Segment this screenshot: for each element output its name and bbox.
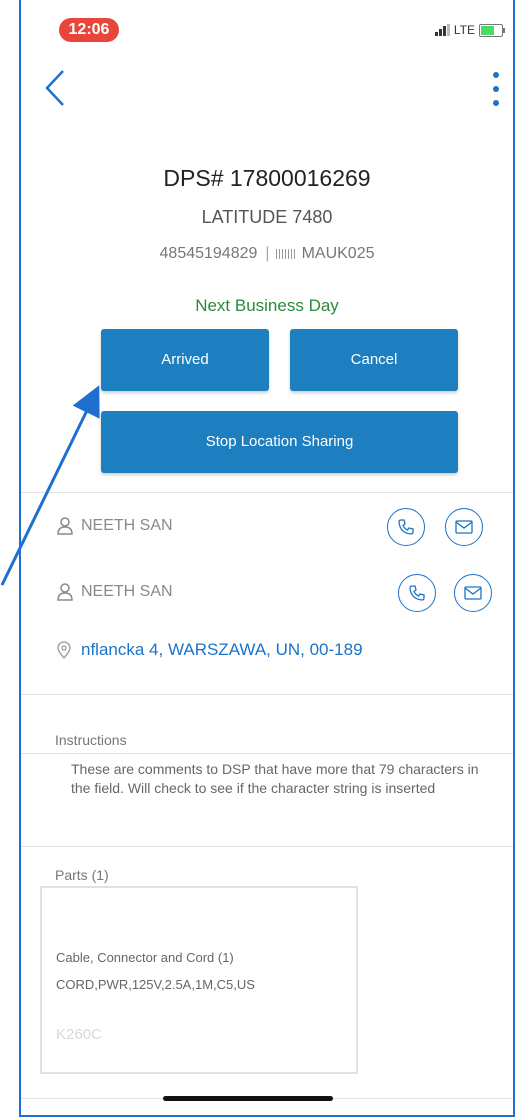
contact-name: NEETH SAN	[81, 517, 173, 534]
stop-location-sharing-button[interactable]: Stop Location Sharing	[101, 411, 458, 473]
serial-number: 48545194829	[159, 245, 258, 262]
app-frame: 12:06 LTE DPS# 17800016269 LATITUDE 7480…	[19, 0, 515, 1117]
part-name: Cable, Connector and Cord (1)	[56, 950, 234, 965]
part-card[interactable]: Cable, Connector and Cord (1) CORD,PWR,1…	[40, 886, 358, 1074]
network-label: LTE	[453, 23, 475, 37]
person-icon	[57, 517, 73, 535]
page-title: DPS# 17800016269	[163, 165, 371, 191]
address-link[interactable]: nflancka 4, WARSZAWA, UN, 00-189	[57, 640, 363, 660]
divider	[21, 753, 513, 754]
phone-icon[interactable]	[387, 508, 425, 546]
device-model: LATITUDE 7480	[201, 207, 333, 227]
divider	[21, 492, 513, 493]
cancel-button[interactable]: Cancel	[290, 329, 458, 391]
contact-name: NEETH SAN	[81, 583, 173, 600]
part-code: K260C	[56, 1026, 102, 1043]
status-indicators: LTE	[434, 23, 505, 37]
contact-row: NEETH SAN	[57, 517, 173, 535]
instructions-text: These are comments to DSP that have more…	[71, 761, 479, 796]
arrived-button[interactable]: Arrived	[101, 329, 269, 391]
divider	[21, 846, 513, 847]
id-separator: |	[265, 245, 270, 262]
person-icon	[57, 583, 73, 601]
battery-icon	[479, 23, 505, 37]
status-bar: 12:06 LTE	[21, 0, 513, 42]
chevron-left-icon[interactable]	[41, 68, 71, 108]
status-time: 12:06	[59, 18, 119, 42]
more-vertical-icon[interactable]	[491, 72, 501, 106]
instructions-label: Instructions	[55, 732, 127, 748]
service-level: Next Business Day	[195, 296, 339, 315]
signal-icon	[434, 24, 450, 36]
divider	[21, 694, 513, 695]
mail-icon[interactable]	[445, 508, 483, 546]
phone-icon[interactable]	[398, 574, 436, 612]
address-text: nflancka 4, WARSZAWA, UN, 00-189	[81, 640, 363, 659]
mail-icon[interactable]	[454, 574, 492, 612]
home-indicator	[163, 1096, 333, 1101]
location-pin-icon	[57, 641, 71, 659]
part-description: CORD,PWR,125V,2.5A,1M,C5,US	[56, 977, 255, 992]
parts-label: Parts (1)	[55, 867, 109, 883]
device-ids: 48545194829 | MAUK025	[21, 245, 513, 263]
contact-row: NEETH SAN	[57, 583, 173, 601]
service-tag: MAUK025	[301, 245, 375, 262]
barcode-icon	[275, 248, 296, 259]
